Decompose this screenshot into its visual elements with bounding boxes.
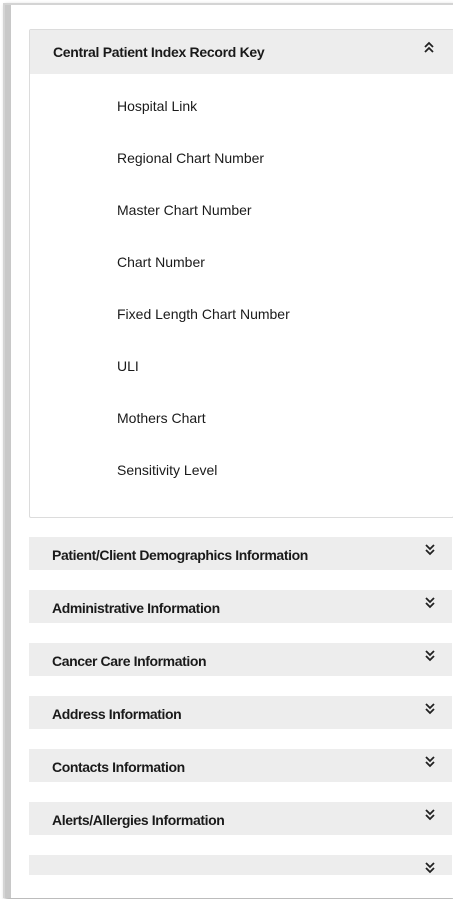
field-regional-chart-number[interactable]: Regional Chart Number [117,150,290,202]
section-partially-visible[interactable] [29,855,452,875]
section-title: Contacts Information [52,759,185,775]
section-title: Administrative Information [52,600,220,616]
chevron-double-down-icon[interactable] [424,808,436,825]
field-mothers-chart[interactable]: Mothers Chart [117,410,290,462]
section-title: Alerts/Allergies Information [52,812,225,828]
central-patient-index-header[interactable]: Central Patient Index Record Key [30,30,453,74]
field-fixed-length-chart-number[interactable]: Fixed Length Chart Number [117,306,290,358]
chevron-double-down-icon[interactable] [424,596,436,613]
field-hospital-link[interactable]: Hospital Link [117,98,290,150]
chevron-double-up-icon[interactable] [423,40,435,57]
central-patient-index-panel: Central Patient Index Record Key Hospita… [29,29,453,518]
section-contacts[interactable]: Contacts Information [29,749,452,782]
record-key-field-list: Hospital Link Regional Chart Number Mast… [117,98,290,514]
field-sensitivity-level[interactable]: Sensitivity Level [117,462,290,514]
section-alerts-allergies[interactable]: Alerts/Allergies Information [29,802,452,835]
field-chart-number[interactable]: Chart Number [117,254,290,306]
accordion-window: Central Patient Index Record Key Hospita… [3,3,453,898]
chevron-double-down-icon[interactable] [424,861,436,878]
section-title: Address Information [52,706,182,722]
section-title: Patient/Client Demographics Information [52,547,308,563]
section-title: Cancer Care Information [52,653,207,669]
field-uli[interactable]: ULI [117,358,290,410]
window-edge [5,5,11,898]
section-address[interactable]: Address Information [29,696,452,729]
chevron-double-down-icon[interactable] [424,649,436,666]
section-demographics[interactable]: Patient/Client Demographics Information [29,537,452,570]
chevron-double-down-icon[interactable] [424,543,436,560]
section-cancer-care[interactable]: Cancer Care Information [29,643,452,676]
field-master-chart-number[interactable]: Master Chart Number [117,202,290,254]
section-administrative[interactable]: Administrative Information [29,590,452,623]
chevron-double-down-icon[interactable] [424,755,436,772]
panel-title: Central Patient Index Record Key [53,44,265,60]
chevron-double-down-icon[interactable] [424,702,436,719]
